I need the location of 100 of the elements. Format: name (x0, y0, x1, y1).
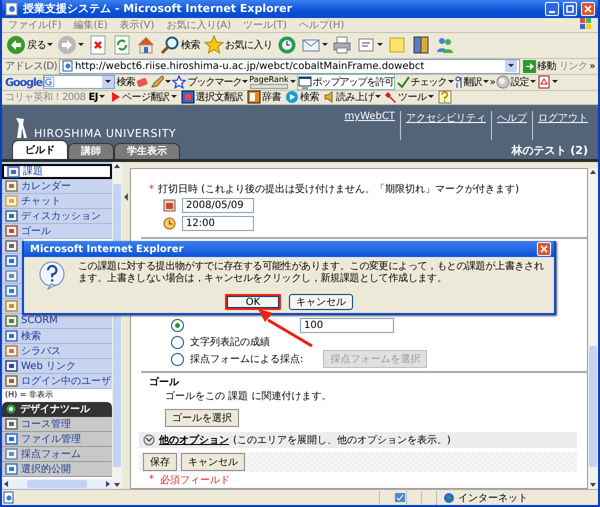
toolbar-button[interactable]: 戻る (5, 34, 54, 56)
section-header[interactable]: デザイナツール (2, 402, 112, 417)
search-field[interactable] (43, 75, 116, 90)
minimize-button[interactable] (545, 2, 559, 16)
home-icon (136, 35, 156, 56)
options-hint: (このエリアを展開し、他のオプションを表示。) (233, 434, 451, 447)
sidebar-item[interactable]: 選択的公開 (2, 462, 112, 477)
toolbar-button[interactable]: 検索 (284, 89, 320, 106)
radio-button[interactable] (171, 336, 184, 349)
date-field[interactable]: 2008/05/09 (182, 198, 254, 213)
tool-icon (5, 299, 18, 312)
sidebar-item[interactable]: ゴール (2, 224, 112, 239)
toolbar-button[interactable]: チェック (396, 75, 454, 90)
sidebar-item[interactable]: 課題 (2, 164, 112, 179)
menu-item[interactable]: ツール(T) (243, 18, 287, 32)
toolbar-button[interactable]: ブックマーク (172, 75, 248, 90)
clock-icon (163, 216, 176, 230)
toolbar-button[interactable]: 辞書 (246, 89, 282, 106)
tab[interactable]: 講師 (68, 142, 114, 159)
close-icon (540, 245, 548, 253)
go-arrow-icon (522, 60, 536, 73)
sidebar-item[interactable]: ログイン中のユーザ (2, 374, 112, 389)
pagerank-button[interactable]: PageRank (249, 75, 289, 90)
radio-button[interactable] (171, 318, 184, 332)
section-title: デザイナツール (20, 402, 90, 416)
g-icon (44, 77, 54, 88)
more-button[interactable]: » (589, 60, 595, 72)
google-logo: Google (5, 76, 42, 89)
cancel-button[interactable]: キャンセル (181, 452, 245, 471)
tool-icon (5, 269, 18, 282)
maximize-button[interactable] (563, 2, 577, 16)
sidebar-item[interactable]: 採点フォーム (2, 446, 112, 462)
header-link[interactable]: ヘルプ (491, 110, 527, 140)
toolbar-button[interactable]: 翻訳 (454, 75, 489, 90)
up-arrow-icon (113, 162, 121, 170)
required-mark: * (149, 474, 154, 486)
sidebar-item[interactable]: Web リンク (2, 358, 112, 374)
cancel-button[interactable]: キャンセル (289, 294, 353, 310)
tool-icon (5, 447, 18, 460)
tool-icon (5, 284, 18, 298)
toolbar-button[interactable]: 選択文翻訳 (180, 89, 244, 106)
toolbar-button[interactable]: 検索 (116, 75, 134, 90)
dialog-title: Microsoft Internet Explorer (30, 244, 184, 254)
tool-icon (5, 462, 18, 476)
printer-icon (332, 35, 352, 56)
horizontal-scrollbar[interactable] (2, 479, 112, 490)
toolbar-button[interactable]: ページ翻訳 (108, 89, 178, 106)
radio-button[interactable] (171, 352, 184, 366)
menu-item[interactable]: 表示(V) (120, 18, 154, 32)
settings-icon (496, 75, 510, 90)
close-button[interactable] (581, 2, 595, 16)
close-button[interactable] (537, 242, 551, 256)
toolbar-button[interactable]: » (490, 76, 495, 88)
sidebar-item[interactable]: ファイル管理 (2, 432, 112, 447)
sidebar-item[interactable]: 検索 (2, 328, 112, 344)
address-field[interactable]: http://webct6.riise.hiroshima-u.ac.jp/webct/cobaltMainFrame.dowebct (59, 58, 520, 74)
save-button[interactable]: 保存 (143, 452, 177, 471)
toolbar-button[interactable]: ツール (384, 89, 435, 106)
header-link[interactable]: ログアウト (532, 110, 588, 140)
toolbar-button[interactable]: 読み上げ (322, 89, 382, 106)
tool-icon (5, 432, 18, 446)
time-field[interactable]: 12:00 (182, 216, 254, 231)
menu-item[interactable]: お気に入り(A) (166, 18, 231, 32)
sidebar-item[interactable]: ディスカッション (2, 208, 112, 224)
radio-label: 採点フォームによる採点: (190, 352, 304, 366)
sidebar-item[interactable]: カレンダー (2, 178, 112, 194)
sidebar-item[interactable]: シラバス (2, 344, 112, 359)
vertical-scrollbar[interactable] (588, 168, 598, 490)
menu-item[interactable]: 編集(E) (74, 18, 108, 32)
ok-button[interactable]: OK (225, 294, 281, 310)
popup-button[interactable]: ポップアップを許可 (296, 74, 395, 90)
minimize-icon (549, 10, 555, 13)
toolbar-button[interactable]: EJ (87, 90, 106, 104)
menu-item[interactable]: ヘルプ(H) (298, 18, 344, 32)
tab[interactable]: 学生表示 (114, 142, 180, 159)
toolbar-button[interactable]: 設定 (496, 75, 536, 90)
tool-icon (5, 239, 18, 252)
header-link[interactable]: アクセシビリティ (400, 110, 486, 140)
left-arrow-icon (2, 480, 10, 488)
book-icon (410, 35, 430, 56)
sidebar-item[interactable]: コース管理 (2, 416, 112, 432)
toolbar-button[interactable]: お気に入り (203, 34, 274, 56)
menu-item[interactable]: ファイル(F) (8, 18, 62, 32)
select-goal-button[interactable]: ゴールを選択 (165, 408, 239, 427)
maximize-icon (566, 4, 574, 13)
section-heading: ゴール (149, 376, 180, 389)
tab[interactable]: ビルド (12, 140, 68, 159)
address-label: アドレス(D) (5, 60, 58, 74)
header-link[interactable]: myWebCT (339, 110, 395, 140)
collapse-arrow-icon (123, 192, 129, 202)
toolbar-button[interactable] (150, 75, 172, 90)
toolbar-button[interactable] (536, 75, 558, 90)
caret-icon (105, 80, 112, 84)
score-field[interactable]: 100 (300, 318, 394, 333)
more-options-link[interactable]: 他のオプション (159, 432, 229, 447)
go-button[interactable]: 移動 (522, 58, 557, 74)
sidebar-item[interactable]: チャット (2, 194, 112, 209)
toolbar-button[interactable]: 検索 (159, 34, 201, 56)
note-icon (386, 35, 406, 56)
tool-icon (7, 164, 20, 178)
